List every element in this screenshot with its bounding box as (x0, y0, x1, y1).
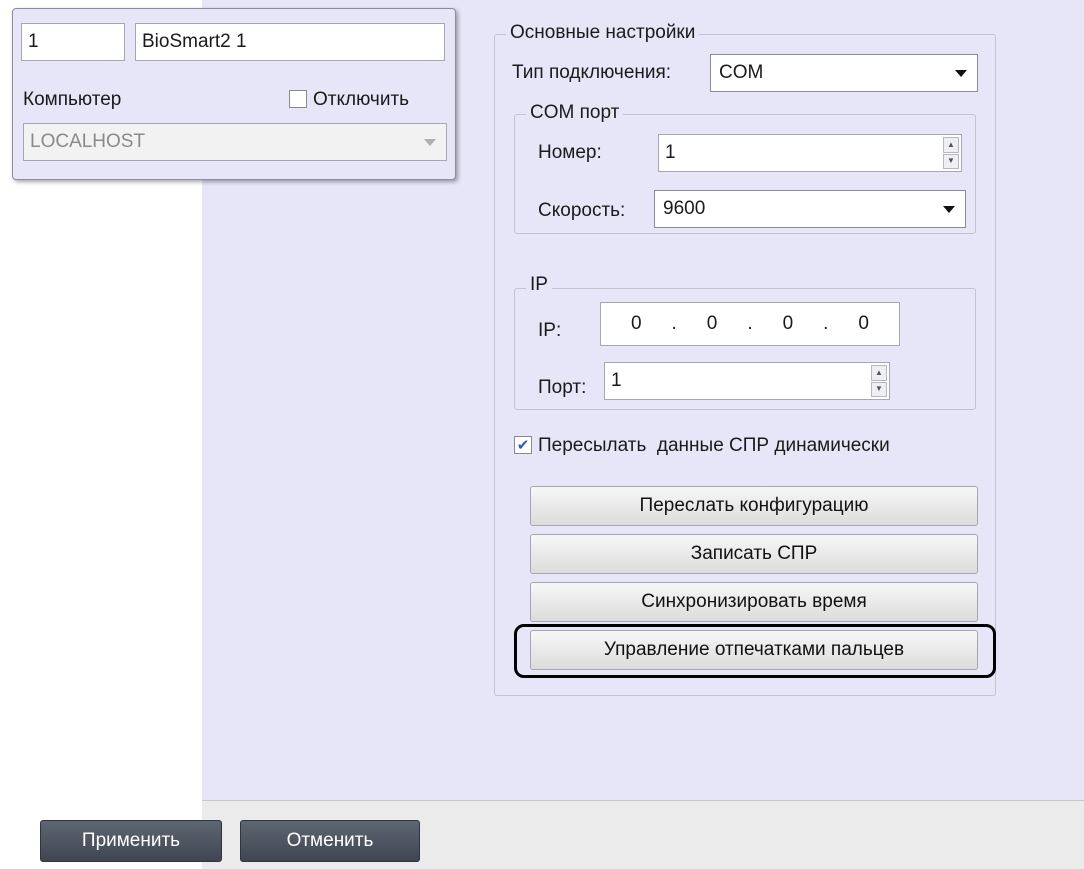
object-name-value: BioSmart2 1 (142, 31, 247, 52)
ip-dot-separator: . (671, 313, 677, 334)
send-dynamic-checkbox[interactable]: ✔ (514, 436, 532, 454)
connection-type-select[interactable]: COM (710, 54, 978, 92)
spin-down-icon[interactable]: ▼ (943, 153, 959, 169)
com-number-spin-buttons[interactable]: ▲ ▼ (943, 137, 959, 169)
ip-dot-separator: . (747, 313, 753, 334)
object-id-field[interactable]: 1 (21, 23, 125, 61)
apply-button[interactable]: Применить (40, 820, 222, 862)
com-speed-select[interactable]: 9600 (654, 190, 966, 228)
spin-down-icon[interactable]: ▼ (871, 381, 887, 397)
cancel-label: Отменить (286, 830, 374, 851)
port-spinbox[interactable]: 1 ▲ ▼ (604, 362, 890, 400)
chevron-down-icon (424, 139, 436, 146)
ip-octet-3: 0 (782, 313, 794, 334)
computer-select[interactable]: LOCALHOST (23, 123, 447, 161)
spin-up-icon[interactable]: ▲ (871, 365, 887, 381)
ip-octet-1: 0 (630, 313, 642, 334)
ip-group-title: IP (526, 274, 552, 296)
chevron-down-icon (955, 70, 967, 77)
main-settings-title: Основные настройки (506, 22, 700, 44)
send-config-button[interactable]: Переслать конфигурацию (530, 486, 978, 526)
send-config-label: Переслать конфигурацию (639, 495, 869, 516)
port-value: 1 (611, 370, 622, 391)
ip-octet-2: 0 (706, 313, 718, 334)
write-spr-label: Записать СПР (690, 543, 818, 564)
ip-label: IP: (538, 320, 562, 341)
ip-octet-4: 0 (858, 313, 869, 334)
write-spr-button[interactable]: Записать СПР (530, 534, 978, 574)
checkmark-icon: ✔ (516, 436, 530, 454)
connection-type-value: COM (719, 62, 764, 83)
spin-up-icon[interactable]: ▲ (943, 137, 959, 153)
sync-time-button[interactable]: Синхронизировать время (530, 582, 978, 622)
com-speed-value: 9600 (663, 198, 706, 219)
object-id-value: 1 (28, 31, 39, 52)
port-label: Порт: (538, 377, 587, 398)
com-number-value: 1 (665, 142, 676, 163)
cancel-button[interactable]: Отменить (240, 820, 420, 862)
chevron-down-icon (943, 206, 955, 213)
com-speed-label: Скорость: (538, 200, 626, 221)
disable-label: Отключить (313, 89, 410, 110)
disable-checkbox[interactable] (289, 90, 307, 108)
computer-label: Компьютер (23, 89, 122, 110)
sync-time-label: Синхронизировать время (641, 591, 867, 612)
connection-type-label: Тип подключения: (512, 62, 672, 83)
com-number-label: Номер: (538, 142, 602, 163)
object-name-field[interactable]: BioSmart2 1 (135, 23, 445, 61)
com-port-title: COM порт (526, 102, 624, 124)
highlight-frame (514, 624, 996, 678)
object-header-box: 1 BioSmart2 1 Компьютер Отключить LOCALH… (12, 8, 456, 180)
apply-label: Применить (81, 830, 181, 851)
send-dynamic-label: Пересылать данные СПР динамически (538, 435, 890, 456)
port-spin-buttons[interactable]: ▲ ▼ (871, 365, 887, 397)
computer-select-value: LOCALHOST (30, 131, 146, 152)
ip-dot-separator: . (823, 313, 829, 334)
ip-address-field[interactable]: 0 . 0 . 0 . 0 (600, 302, 900, 346)
com-number-spinbox[interactable]: 1 ▲ ▼ (658, 134, 962, 172)
